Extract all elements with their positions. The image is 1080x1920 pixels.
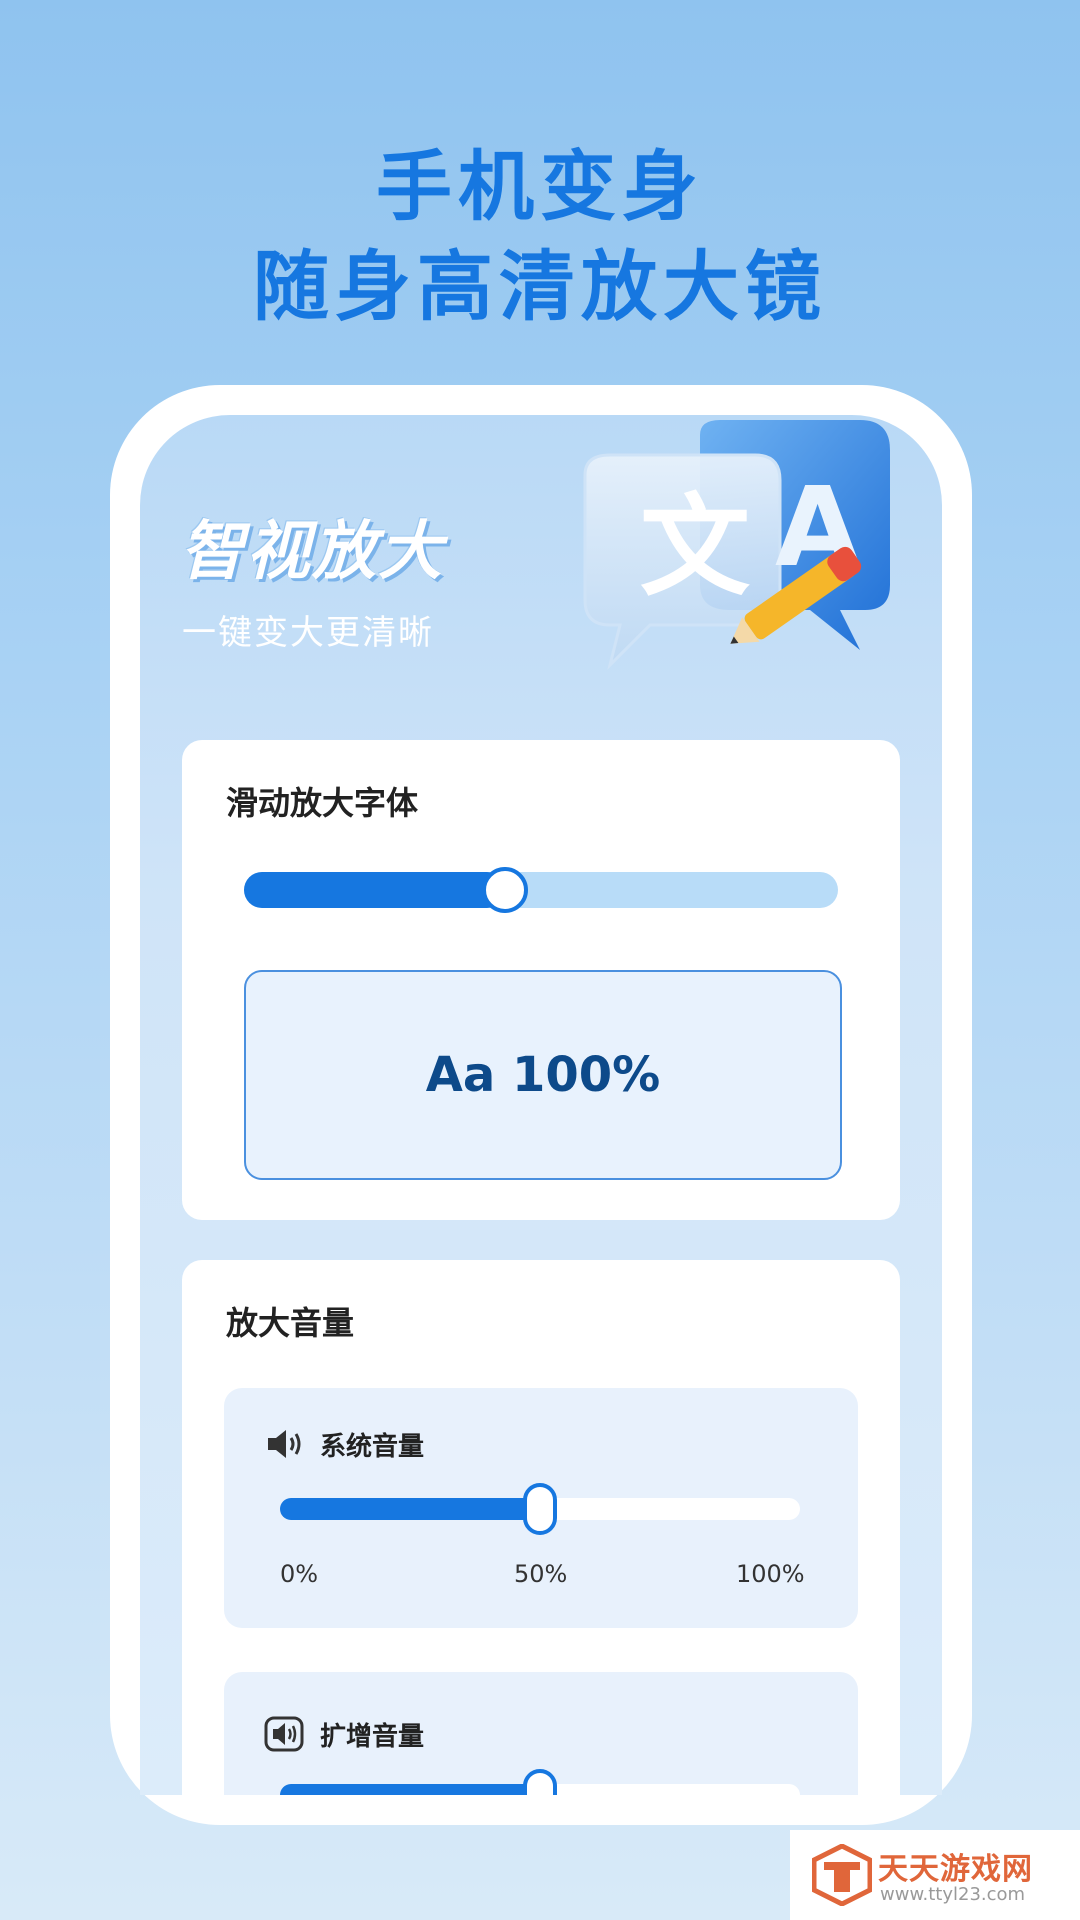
volume-card: 放大音量 系统音量 0% 50% 100% 扩增音量 <box>182 1260 900 1795</box>
font-size-card: 滑动放大字体 Aa 100% <box>182 740 900 1220</box>
font-size-slider[interactable] <box>244 872 838 908</box>
app-title: 智视放大 <box>180 515 444 589</box>
phone-screen: 智视放大 一键变大更清晰 文 A 滑动放大字体 Aa 100% 放大音量 系统音… <box>140 415 942 1795</box>
watermark-text: 天天游戏网 <box>878 1852 1033 1887</box>
boost-volume-knob[interactable] <box>523 1769 557 1795</box>
headline-line2: 随身高清放大镜 <box>253 242 827 331</box>
amplify-speaker-icon <box>264 1716 304 1752</box>
system-volume-panel: 系统音量 0% 50% 100% <box>224 1388 858 1628</box>
boost-volume-label: 扩增音量 <box>320 1722 425 1752</box>
boost-volume-panel: 扩增音量 <box>224 1672 858 1795</box>
speaker-icon <box>268 1430 301 1458</box>
system-volume-knob[interactable] <box>523 1483 557 1535</box>
watermark: 天天游戏网 www.ttyl23.com <box>790 1830 1080 1920</box>
system-volume-fill <box>280 1498 540 1520</box>
boost-volume-fill <box>280 1784 540 1795</box>
svg-text:文: 文 <box>640 483 750 611</box>
app-subtitle: 一键变大更清晰 <box>182 613 434 653</box>
tick-min: 0% <box>280 1560 319 1588</box>
font-preview-text: Aa 100% <box>425 1047 661 1103</box>
system-volume-label: 系统音量 <box>320 1432 425 1462</box>
font-size-title: 滑动放大字体 <box>226 784 419 822</box>
tick-max: 100% <box>736 1560 805 1588</box>
tick-mid: 50% <box>514 1560 568 1588</box>
volume-title: 放大音量 <box>226 1304 355 1342</box>
watermark-logo-icon <box>812 1844 872 1906</box>
font-preview-box: Aa 100% <box>244 970 842 1180</box>
font-size-slider-fill <box>244 872 506 908</box>
translate-bubbles-icon: 文 A <box>583 420 890 670</box>
watermark-url: www.ttyl23.com <box>880 1884 1026 1905</box>
headline-line1: 手机变身 <box>376 142 704 231</box>
